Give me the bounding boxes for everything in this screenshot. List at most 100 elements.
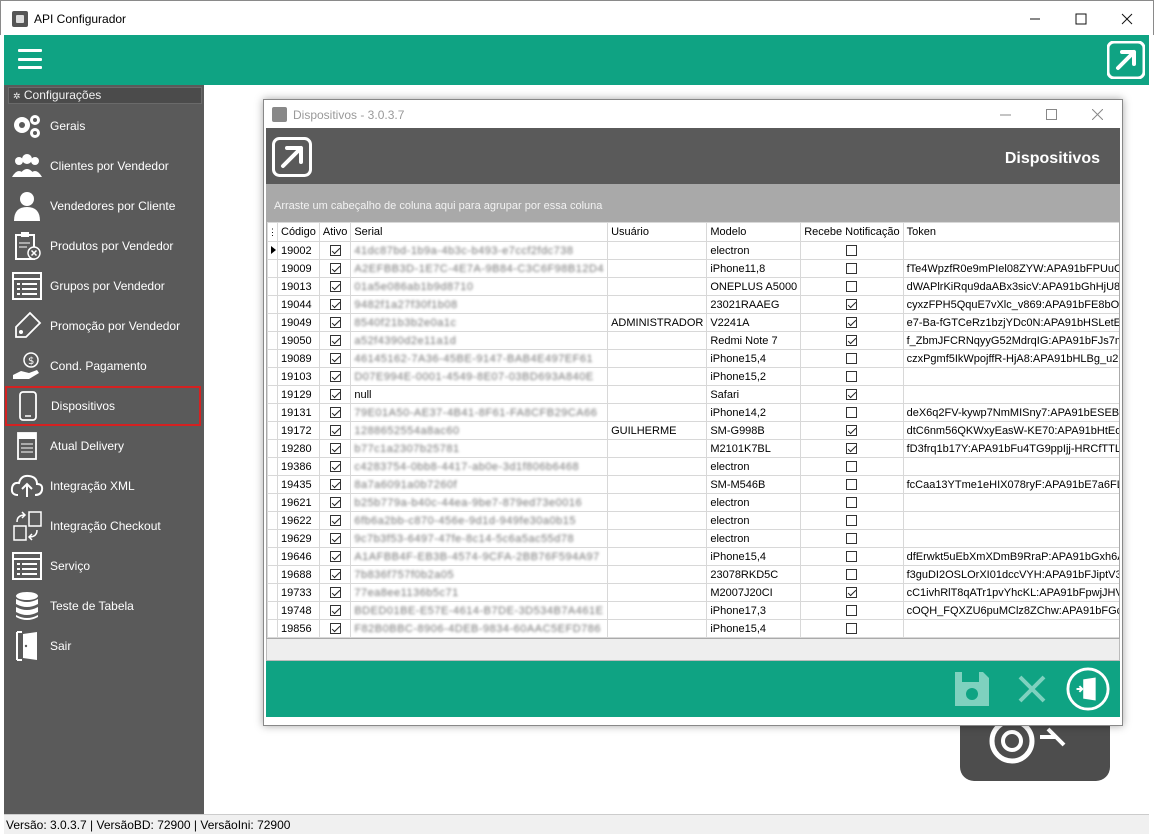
cell-ativo[interactable] [318, 601, 352, 620]
cell-recebe-notificacao[interactable] [800, 511, 904, 530]
cell-serial[interactable]: b77c1a2307b25781 [350, 439, 609, 458]
cell-recebe-notificacao[interactable] [800, 493, 904, 512]
table-row[interactable]: 19013 01a5e086ab1b9d8710 ONEPLUS A5000 dWAP… [267, 277, 1119, 296]
row-indicator[interactable] [267, 547, 278, 566]
cell-codigo[interactable]: 19748 [277, 601, 320, 620]
cell-modelo[interactable]: M2101K7BL [706, 439, 802, 458]
cell-recebe-notificacao[interactable] [800, 277, 904, 296]
cell-usuario[interactable] [607, 529, 708, 548]
cell-codigo[interactable]: 19044 [277, 295, 320, 314]
cell-codigo[interactable]: 19131 [277, 403, 320, 422]
cell-ativo[interactable] [318, 421, 352, 440]
cell-token[interactable] [902, 511, 1119, 530]
cell-recebe-notificacao[interactable] [800, 421, 904, 440]
cell-usuario[interactable] [607, 349, 708, 368]
cell-modelo[interactable]: iPhone15,4 [706, 349, 802, 368]
cell-ativo[interactable] [318, 475, 352, 494]
cell-token[interactable] [902, 457, 1119, 476]
checkbox[interactable] [846, 407, 858, 419]
cell-codigo[interactable]: 19621 [277, 493, 320, 512]
row-indicator[interactable] [267, 331, 278, 350]
cell-codigo[interactable]: 19009 [277, 259, 320, 278]
checkbox[interactable] [846, 317, 858, 329]
dialog-maximize-button[interactable] [1028, 100, 1074, 128]
column-chooser-icon[interactable]: ⋮ [267, 222, 278, 242]
column-header-usuario[interactable]: Usuário [607, 222, 708, 242]
cell-codigo[interactable]: 19050 [277, 331, 320, 350]
sidebar-item-vendedores-por-cliente[interactable]: Vendedores por Cliente [4, 186, 204, 226]
cell-modelo[interactable]: V2241A [706, 313, 802, 332]
checkbox[interactable] [846, 461, 858, 473]
sidebar-item-gerais[interactable]: Gerais [4, 106, 204, 146]
sidebar-item-dispositivos[interactable]: Dispositivos [5, 386, 201, 426]
table-row[interactable]: 19280 b77c1a2307b25781 M2101K7BL fD3frq1b17… [267, 439, 1119, 458]
cell-token[interactable]: fD3frq1b17Y:APA91bFu4TG9ppIjj-HRCfTTLbfB… [902, 439, 1119, 458]
cell-modelo[interactable]: electron [706, 241, 802, 260]
checkbox[interactable] [329, 443, 341, 455]
cell-modelo[interactable]: 23021RAAEG [706, 295, 802, 314]
row-indicator[interactable] [267, 295, 278, 314]
checkbox[interactable] [329, 263, 341, 275]
cell-token[interactable]: dWAPlrKiRqu9daABx3sicV:APA91bGhHjU8KMQP_… [902, 277, 1119, 296]
table-row[interactable]: 19103 D07E994E-0001-4549-8E07-03BD693A840… [267, 367, 1119, 386]
cell-codigo[interactable]: 19172 [277, 421, 320, 440]
cell-modelo[interactable]: electron [706, 529, 802, 548]
checkbox[interactable] [846, 623, 858, 635]
cell-ativo[interactable] [318, 493, 352, 512]
table-row[interactable]: 19050 a52f4390d2e11a1d Redmi Note 7 f_ZbmJF… [267, 331, 1119, 350]
table-row[interactable]: 19621 b25b779a-b40c-44ea-9be7-879ed73e001… [267, 493, 1119, 512]
close-button[interactable] [1104, 1, 1150, 36]
table-row[interactable]: 19733 77ea8ee1136b5c71 M2007J20CI cC1ivhRlT… [267, 583, 1119, 602]
table-row[interactable]: 19049 8540f21b3b2e0a1c ADMINISTRADOR V2241A… [267, 313, 1119, 332]
table-row[interactable]: 19009 A2EFBB3D-1E7C-4E7A-9B84-C3C6F98B12D… [267, 259, 1119, 278]
cell-ativo[interactable] [318, 529, 352, 548]
checkbox[interactable] [846, 587, 858, 599]
cell-token[interactable]: deX6q2FV-kywp7NmMISny7:APA91bESEB82bh9_U… [902, 403, 1119, 422]
cell-serial[interactable]: 9482f1a27f30f1b08 [350, 295, 609, 314]
column-header-codigo[interactable]: Código [277, 222, 320, 242]
table-row[interactable]: 19435 8a7a6091a0b7260f SM-M546B fcCaa13YTme… [267, 475, 1119, 494]
cell-modelo[interactable]: 23078RKD5C [706, 565, 802, 584]
checkbox[interactable] [329, 389, 341, 401]
checkbox[interactable] [846, 479, 858, 491]
cell-serial[interactable]: 1288652554a8ac60 [350, 421, 609, 440]
cell-codigo[interactable]: 19386 [277, 457, 320, 476]
sidebar-item-servico[interactable]: Serviço [4, 546, 204, 586]
checkbox[interactable] [329, 299, 341, 311]
cell-serial[interactable]: 01a5e086ab1b9d8710 [350, 277, 609, 296]
cell-usuario[interactable] [607, 259, 708, 278]
checkbox[interactable] [329, 605, 341, 617]
sidebar-item-teste-de-tabela[interactable]: Teste de Tabela [4, 586, 204, 626]
cell-ativo[interactable] [318, 511, 352, 530]
cell-modelo[interactable]: Safari [706, 385, 802, 404]
cell-modelo[interactable]: ONEPLUS A5000 [706, 277, 802, 296]
cell-ativo[interactable] [318, 331, 352, 350]
cell-recebe-notificacao[interactable] [800, 475, 904, 494]
cell-codigo[interactable]: 19013 [277, 277, 320, 296]
checkbox[interactable] [846, 389, 858, 401]
checkbox[interactable] [846, 335, 858, 347]
cell-recebe-notificacao[interactable] [800, 331, 904, 350]
row-indicator[interactable] [267, 529, 278, 548]
checkbox[interactable] [329, 623, 341, 635]
cell-recebe-notificacao[interactable] [800, 601, 904, 620]
row-indicator[interactable] [267, 475, 278, 494]
cell-usuario[interactable] [607, 331, 708, 350]
cell-token[interactable]: czxPgmf5IkWpojffR-HjA8:APA91bHLBg_u26BJW… [902, 349, 1119, 368]
checkbox[interactable] [329, 425, 341, 437]
checkbox[interactable] [846, 497, 858, 509]
cell-recebe-notificacao[interactable] [800, 529, 904, 548]
hamburger-menu-icon[interactable] [18, 49, 42, 69]
row-indicator[interactable] [267, 583, 278, 602]
row-indicator[interactable] [267, 277, 278, 296]
checkbox[interactable] [846, 245, 858, 257]
cell-ativo[interactable] [318, 619, 352, 638]
cell-serial[interactable]: A2EFBB3D-1E7C-4E7A-9B84-C3C6F98B12D4 [350, 259, 609, 278]
row-indicator[interactable] [267, 439, 278, 458]
save-button[interactable] [950, 669, 994, 709]
cell-token[interactable]: e7-Ba-fGTCeRz1bzjYDc0N:APA91bHSLetEQya6a… [902, 313, 1119, 332]
cell-ativo[interactable] [318, 583, 352, 602]
checkbox[interactable] [329, 335, 341, 347]
checkbox[interactable] [846, 605, 858, 617]
cell-codigo[interactable]: 19629 [277, 529, 320, 548]
